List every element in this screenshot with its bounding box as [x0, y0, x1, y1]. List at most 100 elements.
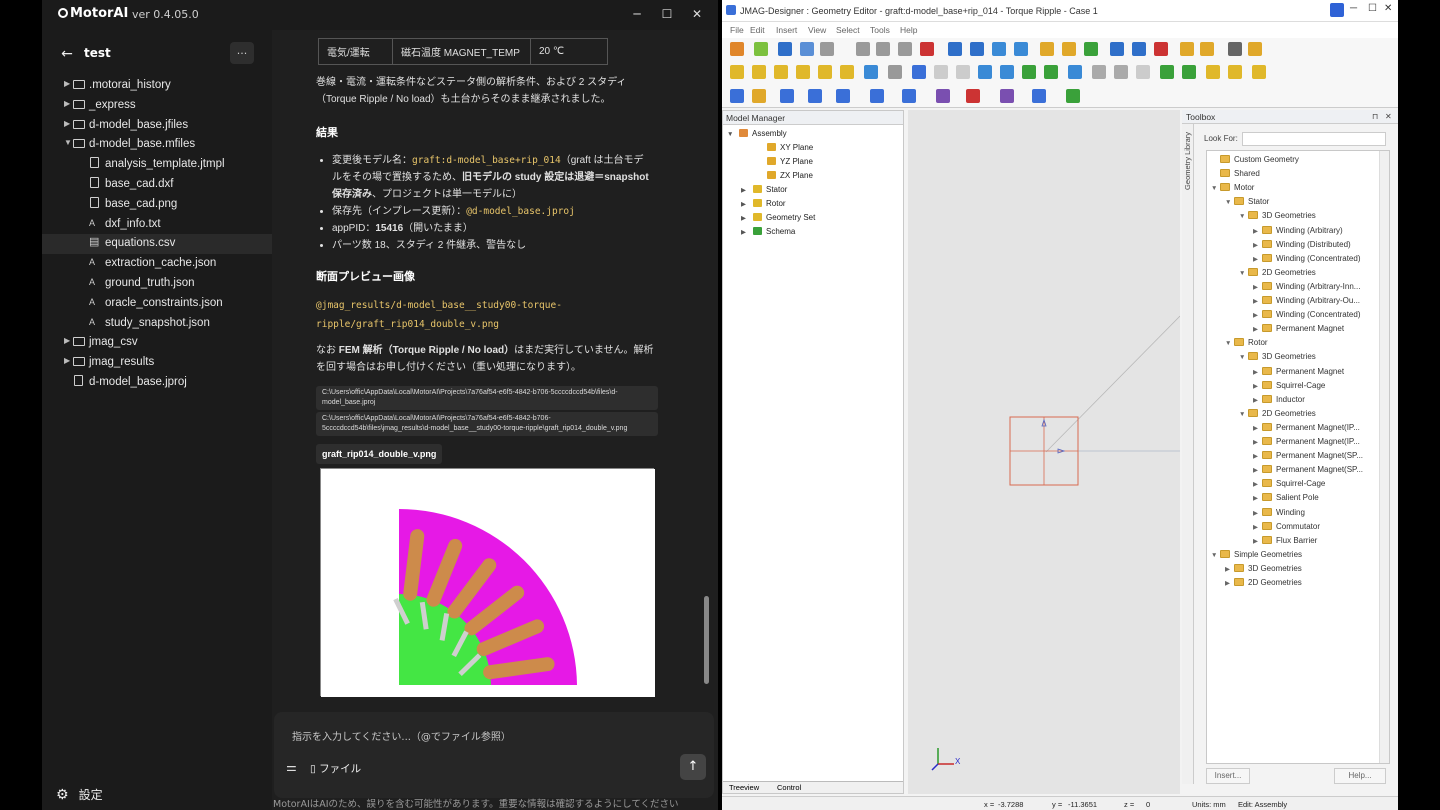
chevron-right-icon[interactable]: ▶	[1225, 565, 1234, 573]
look-for-input[interactable]	[1242, 132, 1386, 146]
model-tree-item[interactable]: ▶ Stator	[741, 185, 787, 194]
toolbar-button-icon[interactable]	[1084, 42, 1098, 56]
library-tree-item[interactable]: ▶ Permanent Magnet(IP...	[1253, 422, 1360, 432]
toolbar-button-icon[interactable]	[898, 42, 912, 56]
library-tree-item[interactable]: ▼ Stator	[1225, 197, 1269, 206]
more-options-button[interactable]: ...	[230, 42, 254, 64]
chevron-right-icon[interactable]: ▶	[64, 119, 70, 128]
toolbar-button-icon[interactable]	[856, 42, 870, 56]
toolbar-button-icon[interactable]	[934, 65, 948, 79]
tab-treeview[interactable]: Treeview	[729, 783, 759, 792]
toolbar-button-icon[interactable]	[1180, 42, 1194, 56]
toolbar-button-icon[interactable]	[1068, 65, 1082, 79]
expand-toggle-icon[interactable]: ▶	[741, 200, 753, 208]
toolbar-button-icon[interactable]	[730, 89, 744, 103]
toolbar-button-icon[interactable]	[1066, 89, 1080, 103]
maximize-button[interactable]: ☐	[1368, 3, 1377, 14]
back-arrow-icon[interactable]: ←	[56, 44, 78, 64]
toolbar-button-icon[interactable]	[818, 65, 832, 79]
model-tree-item[interactable]: ▶ Schema	[741, 227, 795, 236]
toolbar-button-icon[interactable]	[1248, 42, 1262, 56]
toolbar-button-icon[interactable]	[1132, 42, 1146, 56]
library-tree-item[interactable]: ▶ Flux Barrier	[1253, 535, 1317, 545]
model-tree-item[interactable]: ▶ Rotor	[741, 199, 786, 208]
chevron-down-icon[interactable]: ▼	[1239, 270, 1248, 277]
file-path-link[interactable]: C:\Users\offic\AppData\Local\MotorAI\Pro…	[316, 386, 658, 410]
attach-file-button[interactable]: ▯ ファイル	[310, 761, 361, 776]
chevron-right-icon[interactable]: ▶	[1253, 438, 1262, 446]
tree-file[interactable]: ▤ equations.csv	[42, 234, 272, 255]
minimize-button[interactable]: ─	[1350, 3, 1357, 14]
tree-file[interactable]: Aextraction_cache.json	[42, 254, 272, 274]
library-tree-item[interactable]: ▶ Permanent Magnet(SP...	[1253, 451, 1363, 460]
model-tree-item[interactable]: YZ Plane	[755, 157, 813, 166]
tree-file[interactable]: analysis_template.jtmpl	[42, 155, 272, 175]
sliders-icon[interactable]: ⚌	[286, 760, 297, 774]
library-tree-item[interactable]: ▶ Squirrel-Cage	[1253, 380, 1325, 390]
expand-toggle-icon[interactable]: ▼	[727, 131, 739, 138]
toolbar-button-icon[interactable]	[920, 42, 934, 56]
toolbar-button-icon[interactable]	[808, 89, 822, 103]
chevron-right-icon[interactable]: ▶	[1253, 227, 1262, 235]
chevron-down-icon[interactable]: ▼	[1211, 552, 1220, 559]
chat-scrollbar[interactable]	[702, 40, 710, 694]
toolbar-button-icon[interactable]	[1114, 65, 1128, 79]
tree-folder[interactable]: ▶ d-model_base.jfiles	[42, 116, 272, 136]
toolbar-button-icon[interactable]	[778, 42, 792, 56]
expand-toggle-icon[interactable]: ▶	[741, 228, 753, 236]
chevron-right-icon[interactable]: ▶	[1253, 325, 1262, 333]
library-tree-item[interactable]: ▶ 2D Geometries	[1225, 578, 1302, 587]
toolbar-button-icon[interactable]	[840, 65, 854, 79]
menu-item-file[interactable]: File	[730, 25, 744, 35]
library-tree-item[interactable]: ▶ Permanent Magnet	[1253, 366, 1344, 376]
expand-toggle-icon[interactable]: ▶	[741, 186, 753, 194]
model-tree-item[interactable]: XY Plane	[755, 143, 813, 152]
chevron-right-icon[interactable]: ▶	[1253, 509, 1262, 517]
settings-button[interactable]: ⚙ 設定	[56, 786, 103, 803]
chevron-right-icon[interactable]: ▶	[1253, 480, 1262, 488]
toolbar-button-icon[interactable]	[1252, 65, 1266, 79]
menu-item-insert[interactable]: Insert	[776, 25, 797, 35]
toolbar-button-icon[interactable]	[1040, 42, 1054, 56]
toolbar-button-icon[interactable]	[1062, 42, 1076, 56]
chevron-down-icon[interactable]: ▼	[64, 138, 72, 147]
close-button[interactable]: ✕	[686, 4, 708, 24]
chevron-right-icon[interactable]: ▶	[1253, 523, 1262, 531]
tree-file[interactable]: Astudy_snapshot.json	[42, 314, 272, 334]
tree-folder[interactable]: ▶ .motorai_history	[42, 76, 272, 96]
library-tree-item[interactable]: ▶ Winding (Distributed)	[1253, 239, 1351, 249]
help-button[interactable]: Help...	[1334, 768, 1386, 784]
cross-section-image[interactable]	[320, 468, 655, 697]
library-tree-item[interactable]: ▼ 3D Geometries	[1239, 211, 1316, 220]
tree-file[interactable]: Adxf_info.txt	[42, 215, 272, 235]
toolbar-button-icon[interactable]	[1032, 89, 1046, 103]
toolbar-button-icon[interactable]	[1228, 65, 1242, 79]
help-icon[interactable]	[1330, 3, 1344, 17]
toolbar-button-icon[interactable]	[820, 42, 834, 56]
library-tree-item[interactable]: ▶ Squirrel-Cage	[1253, 479, 1325, 488]
toolbar-button-icon[interactable]	[902, 89, 916, 103]
library-tree-item[interactable]: ▶ Permanent Magnet	[1253, 324, 1344, 333]
send-button[interactable]: ↑	[680, 754, 706, 780]
toolbar-button-icon[interactable]	[1110, 42, 1124, 56]
chevron-down-icon[interactable]: ▼	[1239, 354, 1248, 361]
menu-item-view[interactable]: View	[808, 25, 826, 35]
toolbar-button-icon[interactable]	[1000, 65, 1014, 79]
toolbar-button-icon[interactable]	[978, 65, 992, 79]
toolbar-button-icon[interactable]	[752, 65, 766, 79]
tree-file[interactable]: base_cad.png	[42, 195, 272, 215]
geometry-library-tab[interactable]: Geometry Library	[1182, 124, 1194, 784]
scrollbar[interactable]	[1379, 151, 1389, 763]
tree-folder[interactable]: ▶ _express	[42, 96, 272, 116]
chevron-right-icon[interactable]: ▶	[1253, 241, 1262, 249]
toolbar-button-icon[interactable]	[956, 65, 970, 79]
chevron-right-icon[interactable]: ▶	[1253, 396, 1262, 404]
chevron-right-icon[interactable]: ▶	[1253, 452, 1262, 460]
menu-item-help[interactable]: Help	[900, 25, 917, 35]
toolbar-button-icon[interactable]	[730, 65, 744, 79]
chevron-down-icon[interactable]: ▼	[1239, 213, 1248, 220]
toolbar-button-icon[interactable]	[836, 89, 850, 103]
tree-folder[interactable]: ▶ jmag_csv	[42, 333, 272, 353]
chevron-right-icon[interactable]: ▶	[1253, 424, 1262, 432]
library-tree-item[interactable]: ▶ Winding (Concentrated)	[1253, 253, 1360, 263]
